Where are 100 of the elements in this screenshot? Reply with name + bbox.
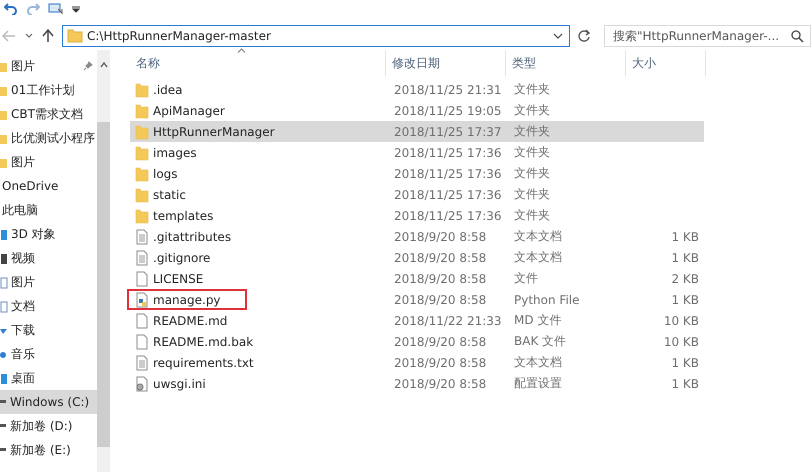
file-name[interactable]: templates <box>153 208 214 222</box>
sidebar-item[interactable]: 文档 <box>0 294 97 318</box>
file-name[interactable]: images <box>153 146 197 160</box>
file-icon <box>135 312 149 328</box>
file-row[interactable]: ApiManager 2018/11/25 19:05 文件夹 <box>130 100 704 121</box>
file-type: 文件夹 <box>514 102 550 119</box>
sidebar-item[interactable]: 桌面 <box>0 366 97 390</box>
file-name[interactable]: logs <box>153 166 178 180</box>
sidebar-item[interactable]: 视频 <box>0 246 97 270</box>
folder-icon <box>135 186 149 202</box>
file-size: 10 KB <box>664 314 699 328</box>
search-field[interactable]: 搜索"HttpRunnerManager-... <box>604 25 811 47</box>
file-row[interactable]: requirements.txt 2018/9/20 8:58 文本文档 1 KB <box>130 352 704 373</box>
column-header[interactable]: 类型 <box>506 50 626 76</box>
search-icon[interactable] <box>791 30 804 42</box>
folder-icon <box>135 208 149 224</box>
drive-icon <box>0 424 7 428</box>
modified-date: 2018/9/20 8:58 <box>394 230 486 244</box>
sidebar-item[interactable]: 3D 对象 <box>0 222 97 246</box>
file-row[interactable]: templates 2018/11/25 17:36 文件夹 <box>130 205 704 226</box>
file-row[interactable]: manage.py 2018/9/20 8:58 Python File 1 KB <box>130 289 704 310</box>
file-name[interactable]: LICENSE <box>153 272 204 286</box>
file-name[interactable]: ApiManager <box>153 104 225 118</box>
scroll-up-icon[interactable] <box>100 62 108 68</box>
file-name[interactable]: .gitattributes <box>153 230 232 244</box>
chevron-down-icon[interactable] <box>553 32 563 40</box>
file-type: 文件夹 <box>514 207 550 224</box>
up-arrow-icon[interactable] <box>42 29 54 43</box>
file-icon <box>135 334 149 350</box>
file-size: 1 KB <box>671 230 699 244</box>
undo-icon[interactable] <box>4 3 18 15</box>
file-type: 配置设置 <box>514 375 562 392</box>
refresh-icon[interactable] <box>577 29 591 43</box>
modified-date: 2018/9/20 8:58 <box>394 356 486 370</box>
file-row[interactable]: images 2018/11/25 17:36 文件夹 <box>130 142 704 163</box>
chevron-down-icon[interactable] <box>24 32 34 40</box>
file-type: 文件夹 <box>514 165 550 182</box>
sidebar-item[interactable]: 音乐 <box>0 342 97 366</box>
sidebar-item[interactable]: 新加卷 (D:) <box>0 414 97 438</box>
file-size: 1 KB <box>671 376 699 390</box>
modified-date: 2018/9/20 8:58 <box>394 272 486 286</box>
file-type: 文件夹 <box>514 81 550 98</box>
file-name[interactable]: HttpRunnerManager <box>153 124 275 138</box>
file-row[interactable]: .idea 2018/11/25 21:31 文件夹 <box>130 79 704 100</box>
file-row[interactable]: .gitignore 2018/9/20 8:58 文本文档 1 KB <box>130 247 704 268</box>
file-row[interactable]: LICENSE 2018/9/20 8:58 文件 2 KB <box>130 268 704 289</box>
file-row[interactable]: static 2018/11/25 17:36 文件夹 <box>130 184 704 205</box>
sidebar-item[interactable]: 图片 <box>0 270 97 294</box>
sidebar-item[interactable]: 01工作计划 <box>0 78 97 102</box>
file-row[interactable]: .gitattributes 2018/9/20 8:58 文本文档 1 KB <box>130 226 704 247</box>
dropdown-arrow-icon[interactable] <box>72 5 80 13</box>
pin-icon[interactable] <box>83 61 93 71</box>
folder-icon <box>135 102 149 118</box>
file-row[interactable]: README.md 2018/11/22 21:33 MD 文件 10 KB <box>130 310 704 331</box>
sidebar-item[interactable]: 下载 <box>0 318 97 342</box>
modified-date: 2018/11/25 17:36 <box>394 208 502 222</box>
file-row[interactable]: uwsgi.ini 2018/9/20 8:58 配置设置 1 KB <box>130 373 704 394</box>
file-row[interactable]: logs 2018/11/25 17:36 文件夹 <box>130 163 704 184</box>
file-name[interactable]: static <box>153 188 186 202</box>
drive-icon <box>0 448 7 452</box>
sidebar-item[interactable]: 图片 <box>0 150 97 174</box>
column-header[interactable]: 修改日期 <box>386 50 506 76</box>
file-name[interactable]: .idea <box>153 82 183 96</box>
file-name[interactable]: manage.py <box>153 292 221 306</box>
file-size: 1 KB <box>671 292 699 306</box>
folder-icon <box>135 82 149 98</box>
sidebar-item[interactable]: CBT需求文档 <box>0 102 97 126</box>
sidebar-item[interactable]: 此电脑 <box>0 198 97 222</box>
file-name[interactable]: README.md <box>153 314 228 328</box>
modified-date: 2018/11/25 17:36 <box>394 166 502 180</box>
modified-date: 2018/9/20 8:58 <box>394 334 486 348</box>
column-header[interactable]: 大小 <box>626 50 706 76</box>
file-name[interactable]: uwsgi.ini <box>153 376 206 390</box>
file-name[interactable]: README.md.bak <box>153 334 254 348</box>
column-header[interactable]: 名称 <box>130 50 386 76</box>
sidebar-item[interactable]: Windows (C:) <box>0 390 97 414</box>
scrollbar-thumb[interactable] <box>97 122 110 447</box>
sidebar-item[interactable]: OneDrive <box>0 174 97 198</box>
modified-date: 2018/9/20 8:58 <box>394 292 486 306</box>
properties-icon[interactable] <box>48 3 64 15</box>
file-type: MD 文件 <box>514 312 562 329</box>
sidebar-item[interactable]: 比优测试小程序 <box>0 126 97 150</box>
text-file-icon <box>135 228 149 244</box>
sidebar-item[interactable]: 图片 <box>0 54 97 78</box>
modified-date: 2018/11/25 17:37 <box>394 124 502 138</box>
file-size: 10 KB <box>664 334 699 348</box>
modified-date: 2018/11/25 17:36 <box>394 146 502 160</box>
sidebar-item[interactable]: 新加卷 (E:) <box>0 438 97 462</box>
file-name[interactable]: requirements.txt <box>153 356 254 370</box>
file-type: Python File <box>514 292 580 306</box>
folder-icon <box>67 29 83 43</box>
file-name[interactable]: .gitignore <box>153 250 210 264</box>
file-type: 文件夹 <box>514 186 550 203</box>
file-type: 文本文档 <box>514 354 562 371</box>
address-field[interactable]: C:\HttpRunnerManager-master <box>62 25 570 47</box>
file-row[interactable]: HttpRunnerManager 2018/11/25 17:37 文件夹 <box>130 121 704 142</box>
file-type: 文本文档 <box>514 249 562 266</box>
python-file-icon <box>135 292 149 308</box>
scrollbar[interactable] <box>97 50 110 472</box>
file-row[interactable]: README.md.bak 2018/9/20 8:58 BAK 文件 10 KB <box>130 331 704 352</box>
